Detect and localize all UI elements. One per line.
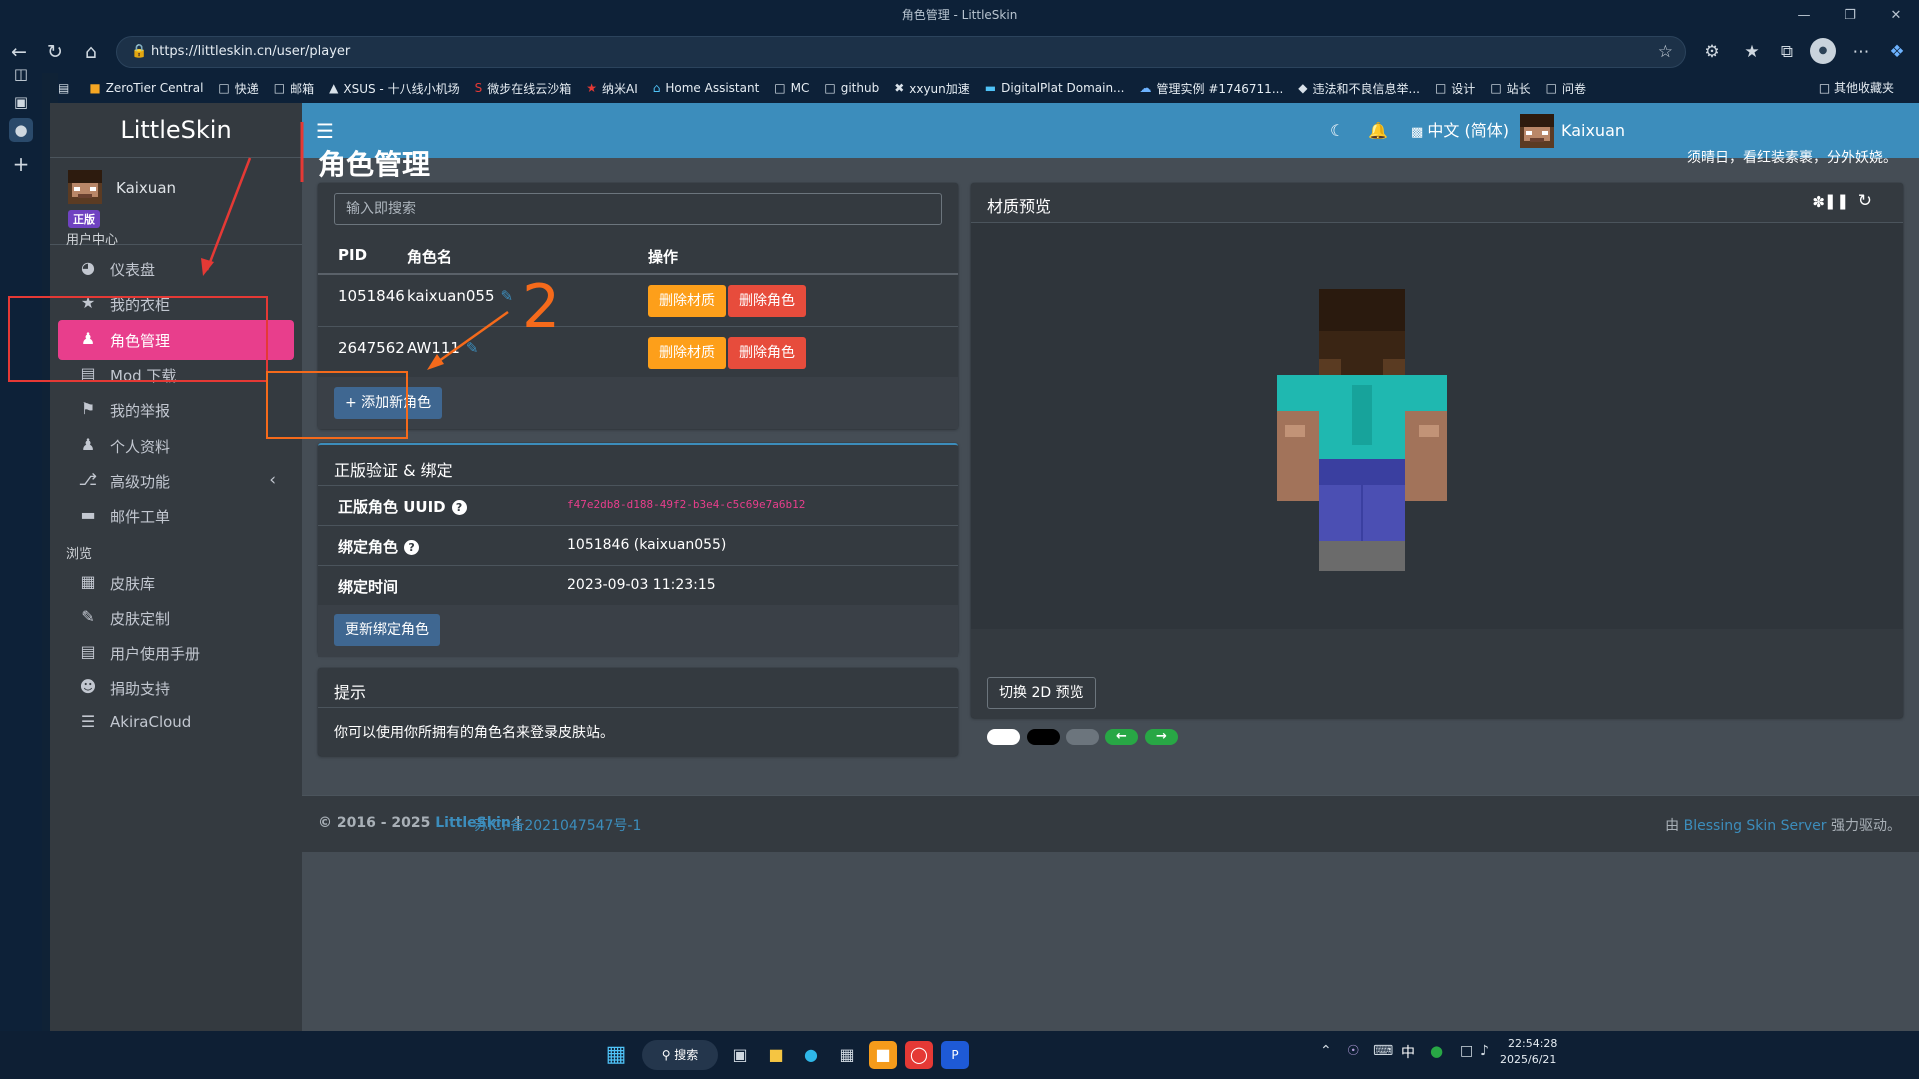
clock-date[interactable]: 2025/6/21	[1500, 1053, 1556, 1066]
clock-time[interactable]: 22:54:28	[1508, 1037, 1557, 1050]
annotation-orange-arrowhead	[427, 354, 444, 370]
annotation-red-arrowhead	[201, 258, 214, 276]
annotation-arrows	[201, 122, 509, 370]
app-icon[interactable]: ■	[869, 1041, 897, 1069]
tray-chevron-icon[interactable]: ⌃	[1320, 1043, 1332, 1059]
annotation-orange-arrow	[431, 310, 509, 368]
store-icon[interactable]: ▦	[833, 1041, 861, 1069]
edge-icon[interactable]: ●	[797, 1041, 825, 1069]
task-view-icon[interactable]: ▣	[726, 1041, 754, 1069]
wechat-icon[interactable]: ●	[1430, 1042, 1443, 1060]
network-icon[interactable]: □	[1460, 1043, 1473, 1059]
microphone-icon[interactable]: ☉	[1347, 1043, 1360, 1059]
volume-icon[interactable]: ♪	[1480, 1043, 1489, 1059]
file-explorer-icon[interactable]: ■	[762, 1041, 790, 1069]
annotation-red-arrow	[205, 157, 252, 271]
taskbar-search[interactable]: ⚲ 搜索	[642, 1040, 718, 1070]
taskbar: ▦ ⚲ 搜索 ▣ ■ ● ▦ ■ ◯ P ⌃ ☉ ⌨ 中 ● □ ♪ 22:54…	[0, 1031, 1919, 1079]
windows-start-icon[interactable]: ▦	[602, 1041, 630, 1069]
search-icon: ⚲	[661, 1048, 675, 1062]
app-icon[interactable]: ◯	[905, 1041, 933, 1069]
annotation-number: 2	[522, 272, 561, 342]
app-icon[interactable]: P	[941, 1041, 969, 1069]
keyboard-icon[interactable]: ⌨	[1373, 1043, 1393, 1059]
ime-indicator[interactable]: 中	[1401, 1042, 1415, 1062]
